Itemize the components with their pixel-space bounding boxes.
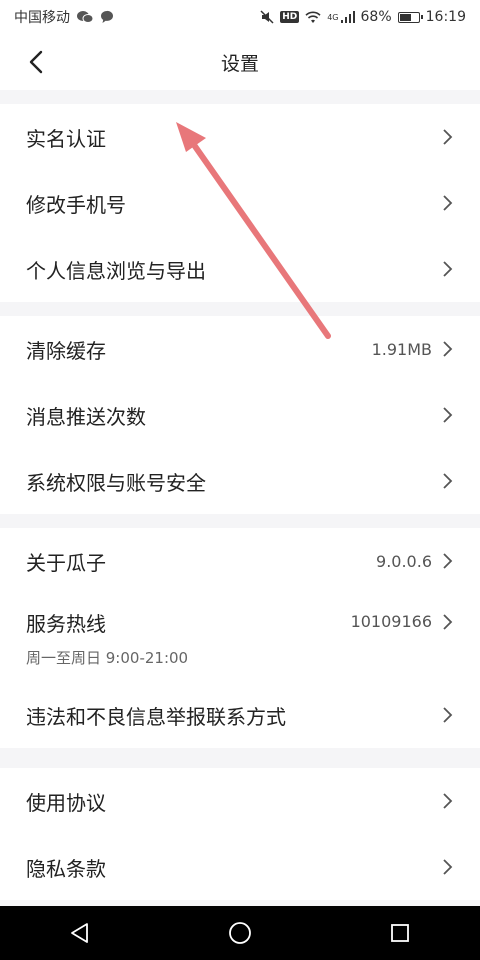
settings-item-hotline[interactable]: 服务热线 周一至周日 9:00-21:00 10109166 xyxy=(0,594,480,682)
header-bar: 设置 xyxy=(0,34,480,90)
settings-item-personal-info-export[interactable]: 个人信息浏览与导出 xyxy=(0,236,480,302)
signal-icon xyxy=(340,11,355,23)
status-bar-right: HD 4G 68% 16:19 xyxy=(260,9,466,25)
settings-item-privacy[interactable]: 隐私条款 xyxy=(0,834,480,900)
settings-group-about: 关于瓜子 9.0.0.6 服务热线 周一至周日 9:00-21:00 10109… xyxy=(0,528,480,748)
battery-percent: 68% xyxy=(360,9,392,25)
hotline-hours: 周一至周日 9:00-21:00 xyxy=(26,649,189,667)
cache-size-value: 1.91MB xyxy=(371,339,432,359)
settings-item-label: 使用协议 xyxy=(26,790,106,815)
chevron-right-icon xyxy=(442,194,454,212)
version-value: 9.0.0.6 xyxy=(376,551,432,571)
square-recent-icon xyxy=(391,924,409,942)
settings-item-permissions-security[interactable]: 系统权限与账号安全 xyxy=(0,448,480,514)
battery-icon xyxy=(397,11,423,23)
wechat-icon xyxy=(76,10,94,24)
settings-item-push-frequency[interactable]: 消息推送次数 xyxy=(0,382,480,448)
wifi-icon xyxy=(305,11,321,24)
settings-item-about[interactable]: 关于瓜子 9.0.0.6 xyxy=(0,528,480,594)
hd-badge: HD xyxy=(280,11,300,23)
settings-item-label: 修改手机号 xyxy=(26,192,126,217)
settings-group-system: 清除缓存 1.91MB 消息推送次数 系统权限与账号安全 xyxy=(0,316,480,514)
status-bar-left: 中国移动 xyxy=(14,7,114,27)
chevron-left-icon xyxy=(29,50,43,74)
chevron-right-icon xyxy=(442,858,454,876)
message-bubble-icon xyxy=(100,10,114,24)
settings-item-label: 服务热线 xyxy=(26,612,106,636)
back-button[interactable] xyxy=(22,48,50,76)
settings-item-label: 个人信息浏览与导出 xyxy=(26,258,206,283)
settings-item-label: 系统权限与账号安全 xyxy=(26,470,206,495)
cell-type-label: 4G xyxy=(327,12,339,22)
clock: 16:19 xyxy=(425,9,466,25)
circle-home-icon xyxy=(229,922,251,944)
page-title: 设置 xyxy=(220,52,259,75)
sys-home-button[interactable] xyxy=(210,906,270,960)
settings-item-clear-cache[interactable]: 清除缓存 1.91MB xyxy=(0,316,480,382)
chevron-right-icon xyxy=(442,340,454,358)
settings-item-change-phone[interactable]: 修改手机号 xyxy=(0,170,480,236)
settings-item-real-name[interactable]: 实名认证 xyxy=(0,104,480,170)
system-nav-bar xyxy=(0,906,480,960)
chevron-right-icon xyxy=(442,472,454,490)
chevron-right-icon xyxy=(442,260,454,278)
settings-item-label: 实名认证 xyxy=(26,126,106,151)
settings-item-terms[interactable]: 使用协议 xyxy=(0,768,480,834)
settings-item-label: 消息推送次数 xyxy=(26,404,146,429)
status-bar: 中国移动 HD 4G 68% 16:19 xyxy=(0,0,480,34)
hotline-number: 10109166 xyxy=(350,612,432,631)
settings-group-legal: 使用协议 隐私条款 xyxy=(0,768,480,900)
settings-item-label: 违法和不良信息举报联系方式 xyxy=(26,704,286,729)
settings-item-label: 隐私条款 xyxy=(26,856,106,881)
chevron-right-icon xyxy=(442,552,454,570)
chevron-right-icon xyxy=(442,792,454,810)
chevron-right-icon xyxy=(442,128,454,146)
settings-item-report-contact[interactable]: 违法和不良信息举报联系方式 xyxy=(0,682,480,748)
chevron-right-icon xyxy=(442,406,454,424)
battery-fill xyxy=(399,13,411,21)
sys-recent-button[interactable] xyxy=(370,906,430,960)
triangle-back-icon xyxy=(71,923,88,943)
chevron-right-icon xyxy=(442,706,454,724)
carrier-label: 中国移动 xyxy=(14,10,70,26)
settings-item-label: 清除缓存 xyxy=(26,338,106,363)
settings-item-label: 关于瓜子 xyxy=(26,550,106,575)
mute-icon xyxy=(260,10,274,24)
sys-back-button[interactable] xyxy=(50,906,110,960)
chevron-right-icon xyxy=(442,613,454,631)
settings-group-account: 实名认证 修改手机号 个人信息浏览与导出 xyxy=(0,104,480,302)
